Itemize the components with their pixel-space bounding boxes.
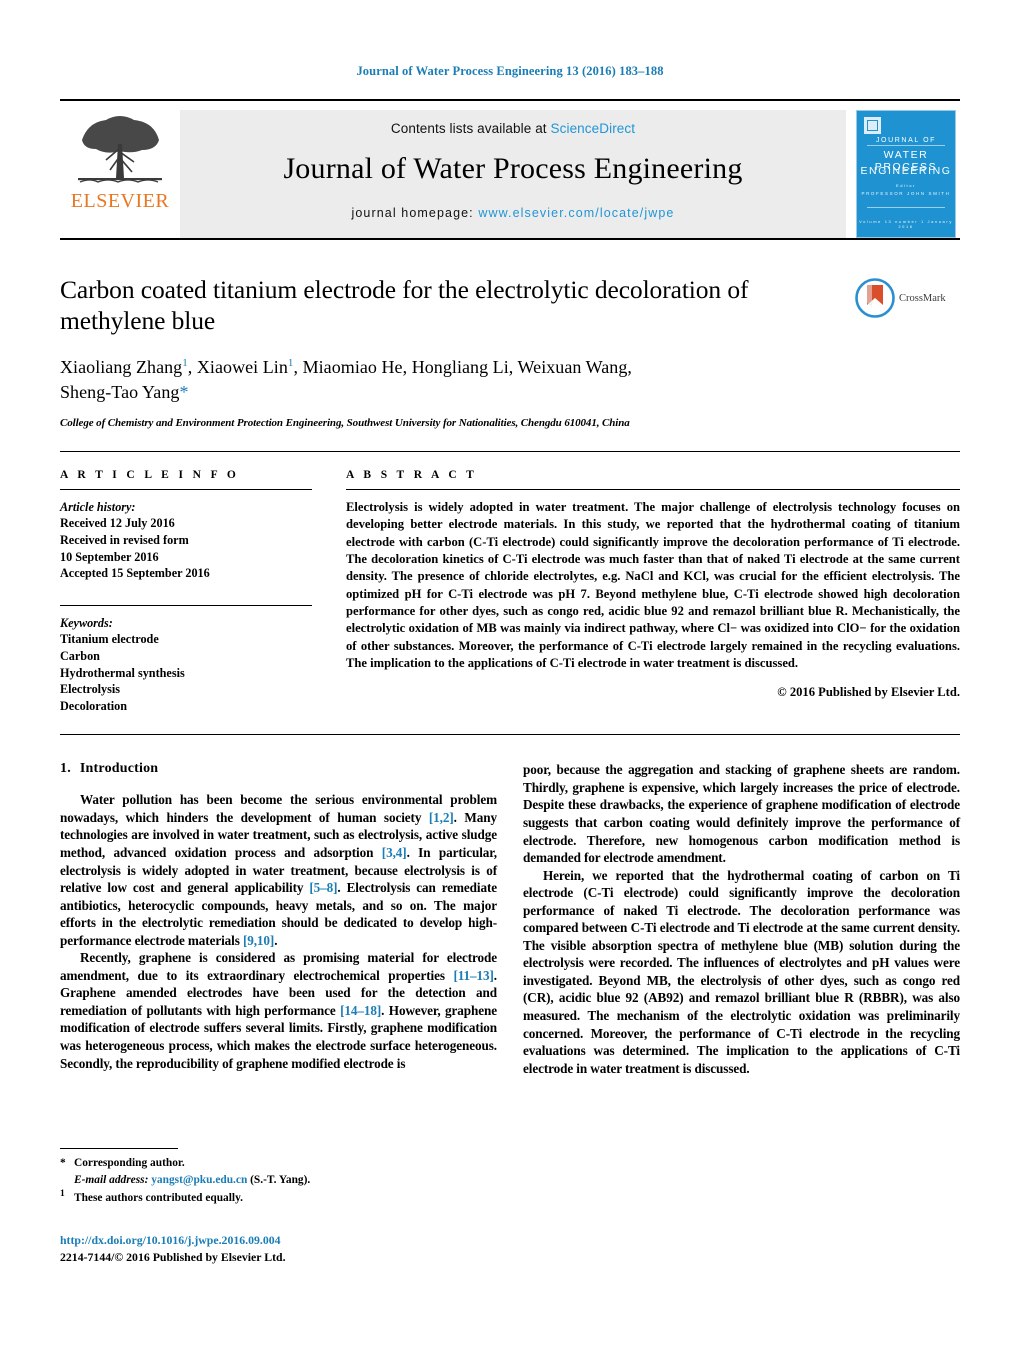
sciencedirect-link[interactable]: ScienceDirect: [551, 121, 636, 136]
doi-link[interactable]: http://dx.doi.org/10.1016/j.jwpe.2016.09…: [60, 1233, 281, 1247]
email-suffix: (S.-T. Yang).: [250, 1173, 311, 1186]
keywords-rule: [60, 604, 312, 606]
journal-masthead: ELSEVIER Contents lists available at Sci…: [60, 99, 960, 238]
section-number: 1.: [60, 761, 71, 777]
abstract-column: A B S T R A C T Electrolysis is widely a…: [346, 469, 960, 715]
cover-line-3: ENGINEERING: [860, 165, 952, 177]
citation-link[interactable]: [14–18]: [340, 1003, 381, 1018]
section-title: Introduction: [79, 761, 159, 777]
authors-rest: , Miaomiao He, Hongliang Li, Weixuan Wan…: [293, 357, 632, 378]
footnotes-block: * Corresponding author. E-mail address: y…: [60, 1148, 490, 1267]
citation-link[interactable]: [1,2]: [429, 810, 454, 825]
running-head: Journal of Water Process Engineering 13 …: [356, 64, 664, 78]
masthead-center-panel: Contents lists available at ScienceDirec…: [180, 110, 846, 238]
keyword-0: Titanium electrode: [60, 632, 159, 647]
homepage-prefix: journal homepage:: [351, 206, 479, 220]
keywords-label: Keywords:: [60, 615, 113, 630]
footnote-rule: [60, 1148, 178, 1149]
citation-link[interactable]: [3,4]: [382, 845, 407, 860]
journal-emblem-icon: [864, 117, 881, 134]
history-item-0: Received 12 July 2016: [60, 516, 175, 531]
keyword-2: Hydrothermal synthesis: [60, 665, 185, 680]
section-heading-introduction: 1. Introduction: [60, 761, 497, 777]
email-label: E-mail address:: [74, 1173, 149, 1186]
article-history: Article history: Received 12 July 2016 R…: [60, 499, 312, 582]
homepage-url-link[interactable]: www.elsevier.com/locate/jwpe: [478, 206, 674, 220]
paragraph-text: .: [274, 932, 278, 948]
equal-contribution-note: 1 These authors contributed equally.: [60, 1188, 490, 1206]
paper-page: Journal of Water Process Engineering 13 …: [0, 0, 1020, 1351]
keywords-list: Keywords: Titanium electrode Carbon Hydr…: [60, 615, 312, 715]
contents-available-line: Contents lists available at ScienceDirec…: [190, 121, 836, 136]
body-paragraph: Water pollution has been become the seri…: [60, 791, 497, 949]
crossmark-icon: [855, 278, 895, 318]
keyword-4: Decoloration: [60, 698, 128, 713]
abstract-text: Electrolysis is widely adopted in water …: [346, 499, 960, 671]
doi-block: http://dx.doi.org/10.1016/j.jwpe.2016.09…: [60, 1232, 490, 1266]
page-title: Carbon coated titanium electrode for the…: [60, 275, 749, 336]
cover-line-5: PROFESSOR JOHN SMITH: [861, 191, 951, 196]
body-paragraph: Recently, graphene is considered as prom…: [60, 949, 497, 1072]
history-item-1: Received in revised form: [60, 533, 189, 547]
email-link[interactable]: yangst@pku.edu.cn: [151, 1174, 247, 1186]
body-column-left: 1. Introduction Water pollution has been …: [60, 761, 497, 1077]
article-info-heading: A R T I C L E I N F O: [60, 468, 240, 481]
corresponding-note-text: Corresponding author.: [74, 1157, 185, 1169]
article-info-rule: [60, 488, 312, 490]
contents-prefix: Contents lists available at: [390, 121, 551, 136]
cover-line-6: Volume 13 number 1 January 2016: [859, 219, 953, 229]
info-abstract-row: A R T I C L E I N F O Article history: R…: [60, 469, 960, 715]
elsevier-wordmark: ELSEVIER: [70, 190, 170, 212]
elsevier-logo: ELSEVIER: [60, 110, 180, 238]
title-block: Carbon coated titanium electrode for the…: [60, 274, 960, 429]
right-paragraphs: poor, because the aggregation and stacki…: [523, 761, 960, 1077]
cover-line-4: Editor: [895, 183, 917, 188]
paragraph-text: Recently, graphene is considered as prom…: [60, 950, 497, 983]
issn-copyright-line: 2214-7144/© 2016 Published by Elsevier L…: [60, 1250, 286, 1265]
corresponding-note-mark: *: [60, 1157, 66, 1169]
history-item-2: 10 September 2016: [60, 549, 159, 564]
citation-link[interactable]: [9,10]: [243, 933, 274, 948]
masthead-bottom-rule: [60, 238, 960, 240]
article-history-label: Article history:: [60, 499, 136, 514]
elsevier-tree-icon: [78, 116, 162, 183]
body-paragraph: poor, because the aggregation and stacki…: [523, 761, 960, 866]
equal-note-text: These authors contributed equally.: [74, 1191, 243, 1204]
crossmark-label: CrossMark: [899, 292, 946, 304]
body-column-right: poor, because the aggregation and stacki…: [523, 761, 960, 1077]
cover-line-1: JOURNAL OF: [875, 137, 937, 144]
paragraph-text: Herein, we reported that the hydrotherma…: [523, 867, 960, 1076]
body-paragraph: Herein, we reported that the hydrotherma…: [523, 867, 960, 1078]
corresponding-author-mark[interactable]: *: [179, 382, 188, 402]
abstract-top-rule: [60, 450, 960, 452]
paragraph-text: poor, because the aggregation and stacki…: [523, 762, 960, 866]
corresponding-author: Sheng-Tao Yang: [60, 381, 180, 402]
equal-note-mark: 1: [60, 1189, 65, 1200]
email-note: E-mail address: yangst@pku.edu.cn (S.-T.…: [60, 1172, 490, 1189]
history-item-3: Accepted 15 September 2016: [60, 566, 210, 581]
author-list: Xiaoliang Zhang1, Xiaowei Lin1, Miaomiao…: [60, 355, 839, 404]
corresponding-author-note: * Corresponding author.: [60, 1155, 490, 1172]
crossmark-badge[interactable]: CrossMark: [855, 274, 960, 318]
author-2: , Xiaowei Lin: [187, 357, 288, 378]
article-info-column: A R T I C L E I N F O Article history: R…: [60, 469, 312, 715]
journal-title: Journal of Water Process Engineering: [283, 152, 743, 185]
cover-image: JOURNAL OF WATER PROCESS ENGINEERING Edi…: [856, 110, 956, 238]
citation-link[interactable]: [5–8]: [309, 880, 337, 895]
journal-cover-thumbnail: JOURNAL OF WATER PROCESS ENGINEERING Edi…: [856, 110, 960, 238]
keyword-3: Electrolysis: [60, 682, 121, 697]
affiliation: College of Chemistry and Environment Pro…: [60, 416, 630, 429]
citation-link[interactable]: [11–13]: [453, 968, 493, 983]
author-1: Xiaoliang Zhang: [60, 357, 183, 378]
abstract-copyright: © 2016 Published by Elsevier Ltd.: [777, 684, 960, 699]
body-columns: 1. Introduction Water pollution has been …: [60, 761, 960, 1077]
keyword-1: Carbon: [60, 648, 100, 663]
left-paragraphs: Water pollution has been become the seri…: [60, 791, 497, 1072]
abstract-rule: [346, 488, 960, 490]
abstract-heading: A B S T R A C T: [346, 468, 478, 481]
abstract-bottom-rule: [60, 734, 960, 736]
journal-homepage-line: journal homepage: www.elsevier.com/locat…: [190, 206, 836, 220]
